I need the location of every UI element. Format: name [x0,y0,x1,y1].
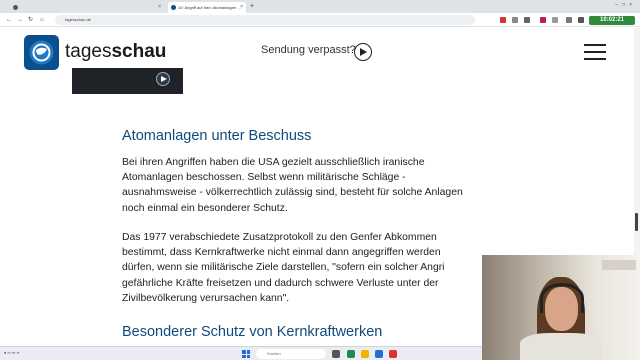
taskbar-search[interactable]: Suchen [256,349,326,359]
windows-start-icon[interactable] [242,350,250,358]
taskbar-app-icon[interactable] [347,350,355,358]
file-explorer-icon[interactable] [361,350,369,358]
paragraph-line: Bei ihren Angriffen haben die USA geziel… [122,157,425,168]
logo-text-bold: schau [111,41,167,62]
browser-taskbar-icon[interactable] [375,350,383,358]
webcam-picture-frame [602,260,636,270]
sendung-verpasst-link[interactable]: Sendung verpasst? [261,44,356,56]
overlay-clock: 10:02:21 [589,16,635,25]
paragraph-line: Zivilbevölkerung verursachen kann". [122,292,290,304]
hamburger-menu-icon[interactable] [584,44,606,60]
headset-icon [540,283,584,313]
browser-tab-2[interactable]: 10: Angriff auf Iran: Atomanlagen … × [168,2,246,13]
profile-icon[interactable] [566,17,572,23]
paragraph-line: dürfen, wenn sie militärische Ziele dars… [122,262,445,274]
video-play-icon[interactable] [156,72,170,86]
extension-icon[interactable] [552,17,558,23]
browser-tabstrip: × 10: Angriff auf Iran: Atomanlagen … × … [0,0,640,13]
forward-icon[interactable]: → [17,16,23,24]
extension-icon[interactable] [500,17,506,23]
scrollbar-thumb[interactable] [635,213,638,231]
tab-favicon-icon [13,5,18,10]
browser-toolbar: ← → ↻ ⌂ tagesschau.de 10:02:21 [0,13,640,27]
extension-icon[interactable] [524,17,530,23]
home-icon[interactable]: ⌂ [40,16,44,24]
task-view-icon[interactable] [332,350,340,358]
new-tab-icon[interactable]: + [250,2,254,11]
site-logo-text[interactable]: tagesschau [65,41,166,63]
paragraph-line: noch einmal ein besonderer Schutz. [122,202,288,214]
paragraph-line: Atomanlagen beschossen. Selbst wenn mili… [122,172,406,184]
tab-close-icon[interactable]: × [240,2,243,13]
address-bar[interactable]: tagesschau.de [55,15,475,25]
tab-close-icon[interactable]: × [158,2,161,13]
section-heading-atomanlagen: Atomanlagen unter Beschuss [122,128,312,144]
taskbar-search-placeholder: Suchen [267,351,281,356]
paragraph-line: gefährliche Kräfte freisetzen und dadurc… [122,277,439,289]
menu-dots-icon[interactable] [578,17,584,23]
play-icon[interactable] [354,43,372,61]
paragraph-line: bestimmt, dass Kernkraftwerke nicht einm… [122,247,441,259]
tab-title: 10: Angriff auf Iran: Atomanlagen … [178,5,242,10]
logo-text-light: tages [65,41,112,62]
article-paragraph-1: Bei ihren Angriffen haben die USA geziel… [122,155,517,216]
paragraph-line: Das 1977 verabschiedete Zusatzprotokoll … [122,232,437,243]
reload-icon[interactable]: ↻ [28,16,33,24]
webcam-person-shirt [520,333,602,360]
extension-icon[interactable] [540,17,546,23]
browser-tab-1[interactable]: × [10,2,164,13]
section-heading-kernkraftwerke: Besonderer Schutz von Kernkraftwerken [122,324,383,340]
taskbar-app-icon[interactable] [389,350,397,358]
video-thumbnail[interactable] [72,68,183,94]
article-paragraph-2: Das 1977 verabschiedete Zusatzprotokoll … [122,230,482,306]
windows-taskbar: ● ▪▪ ▪▪▪ ▪▪ Suchen [0,346,482,360]
url-text: tagesschau.de [65,17,92,22]
window-controls[interactable]: –□× [615,2,636,8]
back-icon[interactable]: ← [6,16,12,24]
tab-favicon-icon [171,5,176,10]
tagesschau-logo-icon[interactable] [24,35,59,70]
extension-icon[interactable] [512,17,518,23]
webcam-overlay [482,255,640,360]
weather-widget-icon[interactable]: ● ▪▪ ▪▪▪ ▪▪ [4,350,20,355]
paragraph-line: ausnahmsweise - völkerrechtlich zulässig… [122,187,463,199]
